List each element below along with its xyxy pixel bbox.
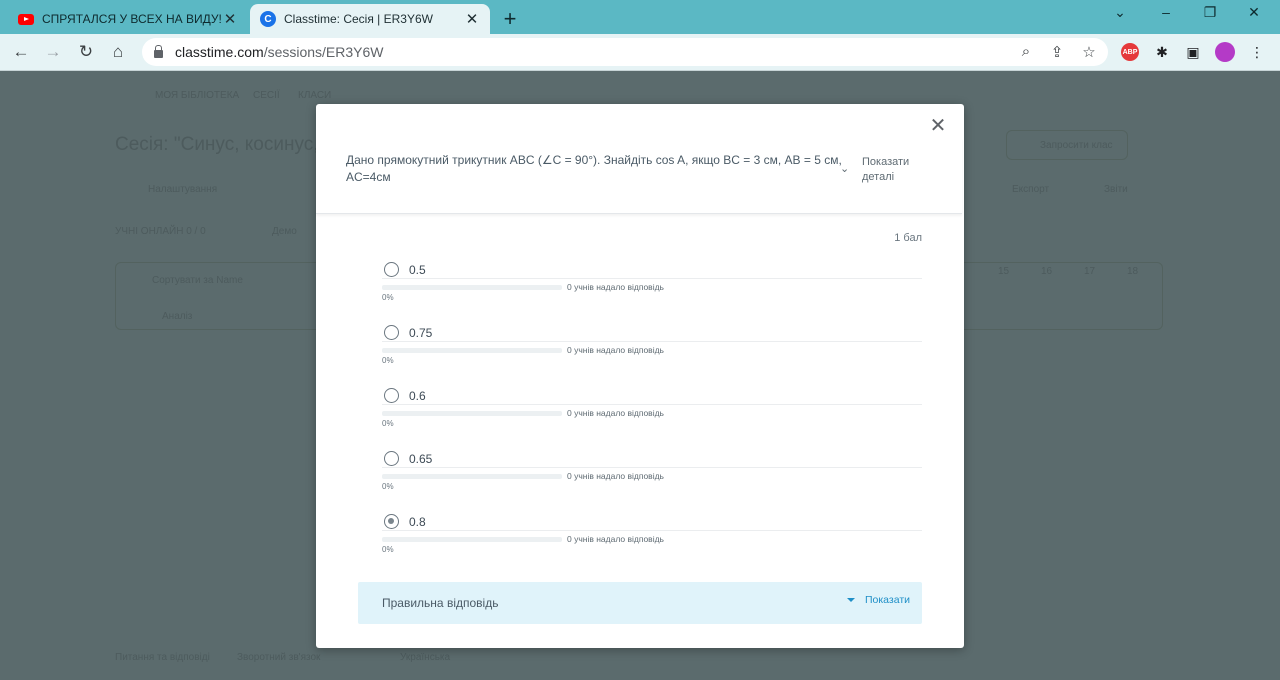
response-count: 0 учнів надало відповідь: [567, 345, 664, 355]
show-details-button[interactable]: Показати деталі: [862, 155, 922, 185]
correct-answer-label: Правильна відповідь: [382, 596, 499, 610]
back-icon[interactable]: ←: [10, 41, 32, 63]
reports-label: Звіти: [1104, 184, 1128, 195]
browser-tab-classtime[interactable]: C Classtime: Сесія | ER3Y6W ✕: [250, 4, 490, 34]
session-title: Сесія: "Синус, косинус,: [115, 134, 319, 155]
footer-link: Питання та відповіді: [115, 652, 210, 663]
show-correct-answer-button[interactable]: Показати: [846, 594, 910, 606]
option-label: 0.6: [409, 389, 426, 403]
response-bar: [382, 411, 562, 416]
response-percent: 0%: [382, 356, 394, 365]
option-label: 0.65: [409, 452, 433, 466]
response-percent: 0%: [382, 293, 394, 302]
address-bar[interactable]: classtime.com/sessions/ER3Y6W ⌕ ⇪ ☆: [142, 38, 1108, 66]
close-window-button[interactable]: ✕: [1240, 4, 1268, 21]
response-bar: [382, 348, 562, 353]
students-online: УЧНІ ОНЛАЙН 0 / 0: [115, 226, 206, 237]
option-radio[interactable]: [384, 325, 399, 340]
correct-answer-panel: Правильна відповідь Показати: [358, 582, 922, 624]
option-radio[interactable]: [384, 451, 399, 466]
home-icon[interactable]: ⌂: [107, 41, 129, 63]
question-text: Дано прямокутний трикутник ABC (∠C = 90°…: [346, 153, 842, 184]
answer-option: 0.6 0 учнів надало відповідь 0%: [382, 387, 922, 441]
tab-search-icon[interactable]: ⌄: [1106, 4, 1134, 21]
response-count: 0 учнів надало відповідь: [567, 282, 664, 292]
question-header: Дано прямокутний трикутник ABC (∠C = 90°…: [316, 138, 962, 214]
footer-language: Українська: [400, 652, 451, 663]
extensions-icon[interactable]: ✱: [1152, 42, 1172, 62]
browser-toolbar: ← → ↻ ⌂ classtime.com/sessions/ER3Y6W ⌕ …: [0, 34, 1280, 71]
response-percent: 0%: [382, 545, 394, 554]
response-percent: 0%: [382, 419, 394, 428]
close-tab-icon[interactable]: ✕: [464, 10, 480, 28]
nav-sessions: СЕСІЇ: [253, 90, 280, 101]
side-panel-icon[interactable]: ▣: [1183, 42, 1203, 62]
option-row: 0.75: [382, 324, 922, 342]
bookmark-star-icon[interactable]: ☆: [1080, 43, 1098, 61]
minimize-button[interactable]: –: [1152, 4, 1180, 20]
option-label: 0.5: [409, 263, 426, 277]
question-results-modal: ✕ Дано прямокутний трикутник ABC (∠C = 9…: [316, 104, 964, 648]
tab-title: СПРЯТАЛСЯ У ВСЕХ НА ВИДУ! Н: [42, 12, 222, 26]
url-text: classtime.com/sessions/ER3Y6W: [175, 44, 384, 60]
reload-icon[interactable]: ↻: [75, 41, 97, 63]
lock-icon: [154, 45, 163, 58]
option-label: 0.8: [409, 515, 426, 529]
new-tab-button[interactable]: +: [498, 6, 522, 32]
chevron-down-icon[interactable]: ⌄: [840, 162, 849, 175]
nav-library: МОЯ БІБЛІОТЕКА: [155, 90, 240, 101]
response-count: 0 учнів надало відповідь: [567, 534, 664, 544]
response-bar: [382, 474, 562, 479]
option-row: 0.6: [382, 387, 922, 405]
response-count: 0 учнів надало відповідь: [567, 471, 664, 481]
answer-option: 0.75 0 учнів надало відповідь 0%: [382, 324, 922, 378]
close-icon[interactable]: ✕: [926, 114, 950, 138]
option-label: 0.75: [409, 326, 433, 340]
option-radio[interactable]: [384, 262, 399, 277]
answer-option: 0.8 0 учнів надало відповідь 0%: [382, 513, 922, 567]
show-label: Показати: [864, 594, 910, 606]
option-row: 0.8: [382, 513, 922, 531]
adblock-icon[interactable]: ABP: [1120, 42, 1140, 62]
points-label: 1 бал: [894, 232, 922, 244]
restore-button[interactable]: ❐: [1196, 4, 1224, 21]
forward-icon[interactable]: →: [42, 41, 64, 63]
close-tab-icon[interactable]: ✕: [222, 10, 238, 28]
footer-link: Зворотний зв'язок: [237, 652, 321, 663]
answer-option: 0.5 0 учнів надало відповідь 0%: [382, 261, 922, 315]
menu-kebab-icon[interactable]: ⋮: [1247, 42, 1267, 62]
response-percent: 0%: [382, 482, 394, 491]
option-row: 0.65: [382, 450, 922, 468]
settings-label: Налаштування: [148, 184, 218, 195]
option-radio-selected[interactable]: [384, 514, 399, 529]
browser-tab-bar: СПРЯТАЛСЯ У ВСЕХ НА ВИДУ! Н ✕ C Classtim…: [0, 0, 1280, 34]
option-row: 0.5: [382, 261, 922, 279]
invite-label: Запросити клас: [1040, 140, 1113, 151]
tab-title: Classtime: Сесія | ER3Y6W: [284, 12, 433, 26]
option-radio[interactable]: [384, 388, 399, 403]
caret-down-icon: [846, 598, 855, 602]
nav-classes: КЛАСИ: [298, 90, 332, 101]
response-bar: [382, 285, 562, 290]
demo-toggle-label: Демо: [272, 226, 297, 237]
response-bar: [382, 537, 562, 542]
zoom-search-icon[interactable]: ⌕: [1017, 43, 1035, 60]
response-count: 0 учнів надало відповідь: [567, 408, 664, 418]
answer-option: 0.65 0 учнів надало відповідь 0%: [382, 450, 922, 504]
export-label: Експорт: [1012, 184, 1050, 195]
share-icon[interactable]: ⇪: [1048, 43, 1066, 61]
classtime-icon: C: [260, 11, 276, 27]
youtube-icon: [18, 11, 34, 27]
profile-avatar[interactable]: [1215, 42, 1235, 62]
browser-tab-youtube[interactable]: СПРЯТАЛСЯ У ВСЕХ НА ВИДУ! Н ✕: [8, 4, 248, 34]
